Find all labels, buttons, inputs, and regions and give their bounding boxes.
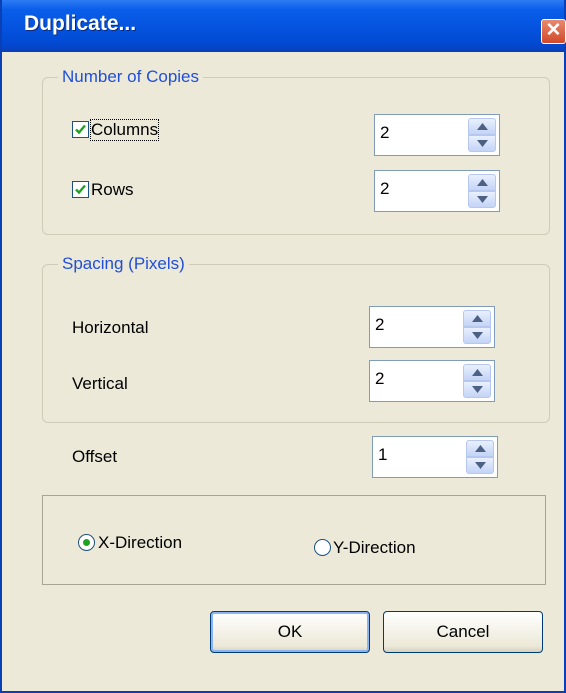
spacing-legend: Spacing (Pixels) [58,254,189,274]
arrow-down-icon [477,196,488,203]
close-icon: ✕ [545,20,562,41]
offset-increment-button[interactable] [466,440,494,457]
rows-label: Rows [91,180,134,199]
radio-selected-dot [83,539,90,546]
arrow-up-icon [477,123,488,130]
horizontal-spin-buttons [463,310,491,344]
horizontal-label: Horizontal [72,318,149,337]
arrow-up-icon [475,445,486,452]
columns-spinner[interactable]: 2 [374,114,500,156]
arrow-up-icon [472,315,483,322]
arrow-up-icon [477,179,488,186]
rows-checkbox[interactable] [72,181,89,198]
horizontal-increment-button[interactable] [463,310,491,327]
number-of-copies-legend: Number of Copies [58,67,204,87]
horizontal-spinner[interactable]: 2 [369,306,495,348]
columns-decrement-button[interactable] [468,135,496,152]
rows-spin-buttons [468,174,496,208]
duplicate-dialog: Duplicate... ✕ Number of Copies Columns … [0,0,566,693]
horizontal-decrement-button[interactable] [463,327,491,344]
title-bar[interactable]: Duplicate... ✕ [2,0,566,52]
columns-checkbox[interactable] [72,121,89,138]
arrow-down-icon [472,386,483,393]
arrow-up-icon [472,369,483,376]
arrow-down-icon [475,462,486,469]
y-direction-label: Y-Direction [333,538,416,557]
y-direction-radio[interactable] [314,539,331,556]
vertical-increment-button[interactable] [463,364,491,381]
columns-increment-button[interactable] [468,118,496,135]
cancel-button[interactable]: Cancel [383,611,543,653]
columns-value[interactable]: 2 [380,123,389,143]
rows-increment-button[interactable] [468,174,496,191]
arrow-down-icon [472,332,483,339]
dialog-title: Duplicate... [24,12,137,35]
offset-spinner[interactable]: 1 [372,436,498,478]
horizontal-value[interactable]: 2 [375,315,384,335]
vertical-spin-buttons [463,364,491,398]
vertical-spinner[interactable]: 2 [369,360,495,402]
x-direction-radio[interactable] [78,534,95,551]
vertical-decrement-button[interactable] [463,381,491,398]
checkmark-icon [75,184,86,195]
rows-spinner[interactable]: 2 [374,170,500,212]
vertical-label: Vertical [72,374,128,393]
arrow-down-icon [477,140,488,147]
rows-value[interactable]: 2 [380,179,389,199]
rows-decrement-button[interactable] [468,191,496,208]
x-direction-label: X-Direction [98,533,183,552]
offset-value[interactable]: 1 [378,445,387,465]
ok-button[interactable]: OK [210,611,370,653]
checkmark-icon [75,124,86,135]
close-button[interactable]: ✕ [541,19,566,44]
columns-spin-buttons [468,118,496,152]
offset-decrement-button[interactable] [466,457,494,474]
columns-label: Columns [89,119,160,141]
offset-spin-buttons [466,440,494,474]
offset-label: Offset [72,447,118,466]
vertical-value[interactable]: 2 [375,369,384,389]
